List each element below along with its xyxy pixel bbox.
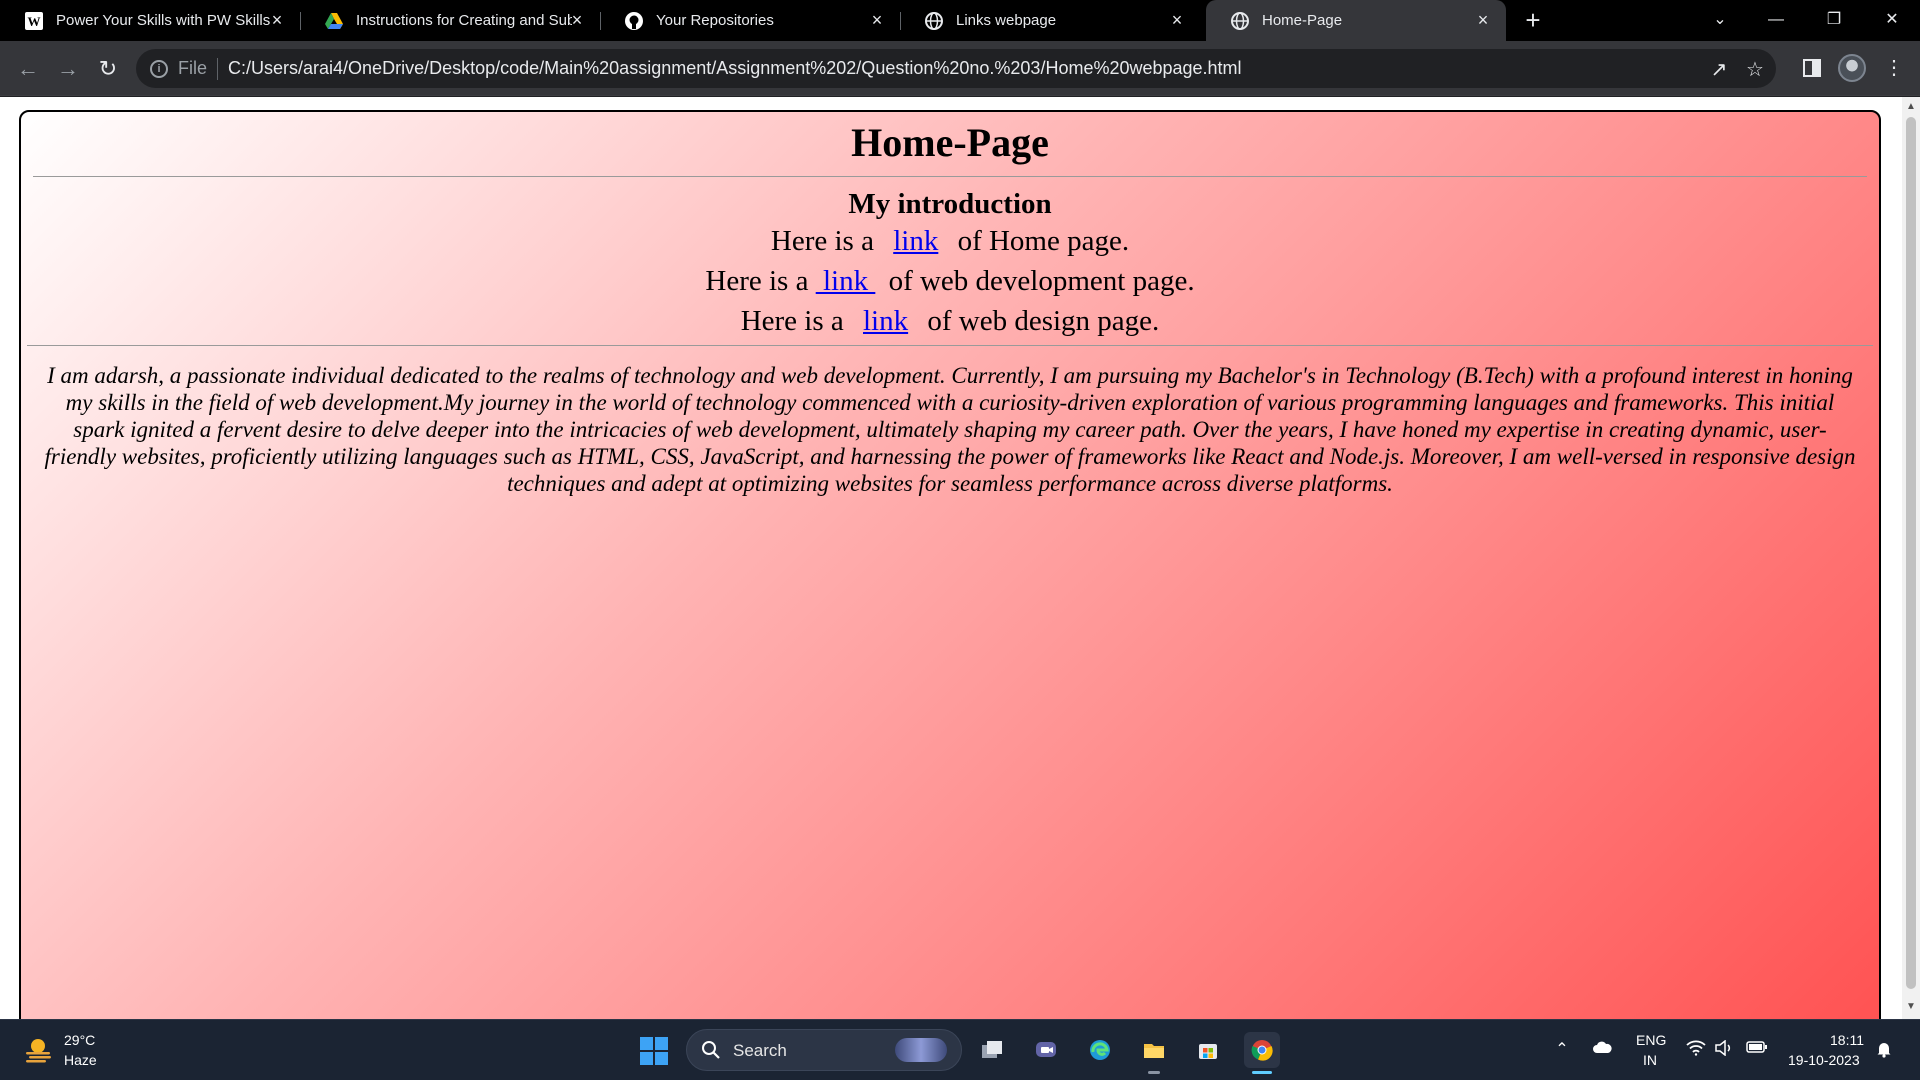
- home-page-link[interactable]: link: [893, 225, 938, 257]
- link-line-home: Here is a link of Home page.: [21, 221, 1879, 261]
- edge-icon[interactable]: [1082, 1032, 1118, 1068]
- scheme-label: File: [178, 58, 208, 78]
- notification-bell-icon[interactable]: [1874, 1040, 1894, 1060]
- tab-home-page[interactable]: Home-Page ×: [1206, 0, 1506, 41]
- close-icon[interactable]: ×: [1168, 11, 1186, 29]
- tab-title: Power Your Skills with PW Skills: [56, 12, 271, 29]
- vertical-scrollbar[interactable]: ▲ ▼: [1902, 97, 1920, 1019]
- tab-links-webpage[interactable]: Links webpage ×: [900, 0, 1200, 41]
- microsoft-store-icon[interactable]: [1190, 1032, 1226, 1068]
- close-icon[interactable]: ×: [1474, 11, 1492, 29]
- link-suffix: of Home page.: [950, 225, 1130, 257]
- new-tab-button[interactable]: +: [1520, 7, 1546, 34]
- weather-condition: Haze: [64, 1052, 97, 1068]
- url-text[interactable]: C:/Users/arai4/OneDrive/Desktop/code/Mai…: [228, 58, 1242, 79]
- tab-instructions[interactable]: Instructions for Creating and Sub ×: [300, 0, 600, 41]
- taskbar-search[interactable]: Search: [686, 1029, 962, 1071]
- close-icon[interactable]: ×: [568, 11, 586, 29]
- onedrive-cloud-icon[interactable]: [1592, 1040, 1612, 1060]
- tab-repositories[interactable]: Your Repositories ×: [600, 0, 900, 41]
- page-viewport: Home-Page My introduction Here is a link…: [0, 97, 1920, 1019]
- windows-taskbar: 29°C Haze Search ⌃ ENG IN 18:11 19-10-20…: [0, 1019, 1920, 1080]
- minimize-button[interactable]: —: [1756, 4, 1796, 36]
- scroll-down-icon[interactable]: ▼: [1905, 1001, 1917, 1013]
- link-suffix: of web development page.: [881, 265, 1195, 297]
- search-highlight-image: [895, 1038, 947, 1062]
- web-design-link[interactable]: link: [863, 305, 908, 337]
- wifi-icon[interactable]: [1686, 1040, 1706, 1060]
- search-label: Search: [733, 1041, 787, 1060]
- page-container: Home-Page My introduction Here is a link…: [19, 110, 1881, 1019]
- forward-arrow-icon[interactable]: →: [54, 55, 82, 83]
- windows-start-icon[interactable]: [640, 1037, 668, 1065]
- reload-icon[interactable]: ↻: [94, 55, 122, 83]
- tab-strip: W Power Your Skills with PW Skills × Ins…: [0, 0, 1920, 41]
- restore-button[interactable]: ❐: [1814, 4, 1854, 36]
- clock-date[interactable]: 19-10-2023: [1788, 1052, 1860, 1068]
- link-prefix: Here is a: [740, 305, 851, 337]
- info-icon[interactable]: i: [150, 59, 168, 78]
- close-window-button[interactable]: ✕: [1872, 4, 1912, 36]
- link-line-web-design: Here is a link of web design page.: [21, 301, 1879, 341]
- close-icon[interactable]: ×: [268, 11, 286, 29]
- tab-title: Instructions for Creating and Sub: [356, 12, 572, 29]
- weather-haze-icon[interactable]: [24, 1036, 54, 1064]
- link-line-web-development: Here is a link of web development page.: [21, 261, 1879, 301]
- link-suffix: of web design page.: [920, 305, 1160, 337]
- github-icon: [624, 11, 644, 31]
- link-prefix: Here is a: [770, 225, 882, 257]
- language-line2[interactable]: IN: [1643, 1052, 1657, 1068]
- browser-toolbar: ← → ↻ i File C:/Users/arai4/OneDrive/Des…: [0, 41, 1920, 96]
- intro-paragraph: I am adarsh, a passionate individual ded…: [44, 363, 1856, 496]
- wordpress-icon: W: [24, 11, 44, 31]
- task-view-icon[interactable]: [974, 1032, 1010, 1068]
- running-indicator: [1148, 1071, 1160, 1074]
- svg-text:W: W: [28, 14, 41, 29]
- tab-title: Links webpage: [956, 12, 1057, 29]
- side-panel-icon[interactable]: [1798, 54, 1826, 82]
- scroll-up-icon[interactable]: ▲: [1905, 101, 1917, 113]
- globe-icon: [924, 11, 944, 31]
- chevron-up-icon[interactable]: ⌃: [1552, 1040, 1572, 1060]
- link-prefix: Here is a: [705, 265, 816, 297]
- kebab-menu-icon[interactable]: ⋮: [1880, 54, 1908, 82]
- scroll-thumb[interactable]: [1906, 117, 1916, 989]
- back-arrow-icon[interactable]: ←: [14, 55, 42, 83]
- profile-avatar[interactable]: [1838, 54, 1866, 82]
- tab-pw-skills[interactable]: W Power Your Skills with PW Skills ×: [0, 0, 300, 41]
- file-explorer-icon[interactable]: [1136, 1032, 1172, 1074]
- bookmark-star-icon[interactable]: ☆: [1744, 59, 1766, 81]
- intro-heading: My introduction: [848, 188, 1052, 220]
- search-icon: [702, 1041, 720, 1059]
- battery-icon[interactable]: [1746, 1040, 1767, 1060]
- tab-title: Home-Page: [1262, 12, 1343, 29]
- google-drive-icon: [324, 11, 344, 31]
- weather-temp: 29°C: [64, 1032, 96, 1048]
- share-icon[interactable]: ↗: [1708, 59, 1730, 81]
- clock-time[interactable]: 18:11: [1830, 1032, 1864, 1048]
- close-icon[interactable]: ×: [868, 11, 886, 29]
- tab-title: Your Repositories: [656, 12, 774, 29]
- web-development-link[interactable]: link: [816, 265, 876, 297]
- language-line1[interactable]: ENG: [1636, 1032, 1666, 1048]
- teams-chat-icon[interactable]: [1028, 1032, 1064, 1068]
- address-divider: [217, 57, 219, 80]
- divider: [33, 176, 1867, 177]
- globe-icon: [1230, 11, 1250, 31]
- active-indicator: [1252, 1071, 1272, 1074]
- volume-icon[interactable]: [1714, 1039, 1734, 1060]
- page-title: Home-Page: [851, 120, 1049, 165]
- tab-search-icon[interactable]: ⌄: [1700, 4, 1740, 36]
- chrome-icon[interactable]: [1244, 1032, 1280, 1074]
- address-bar[interactable]: i File C:/Users/arai4/OneDrive/Desktop/c…: [136, 49, 1776, 88]
